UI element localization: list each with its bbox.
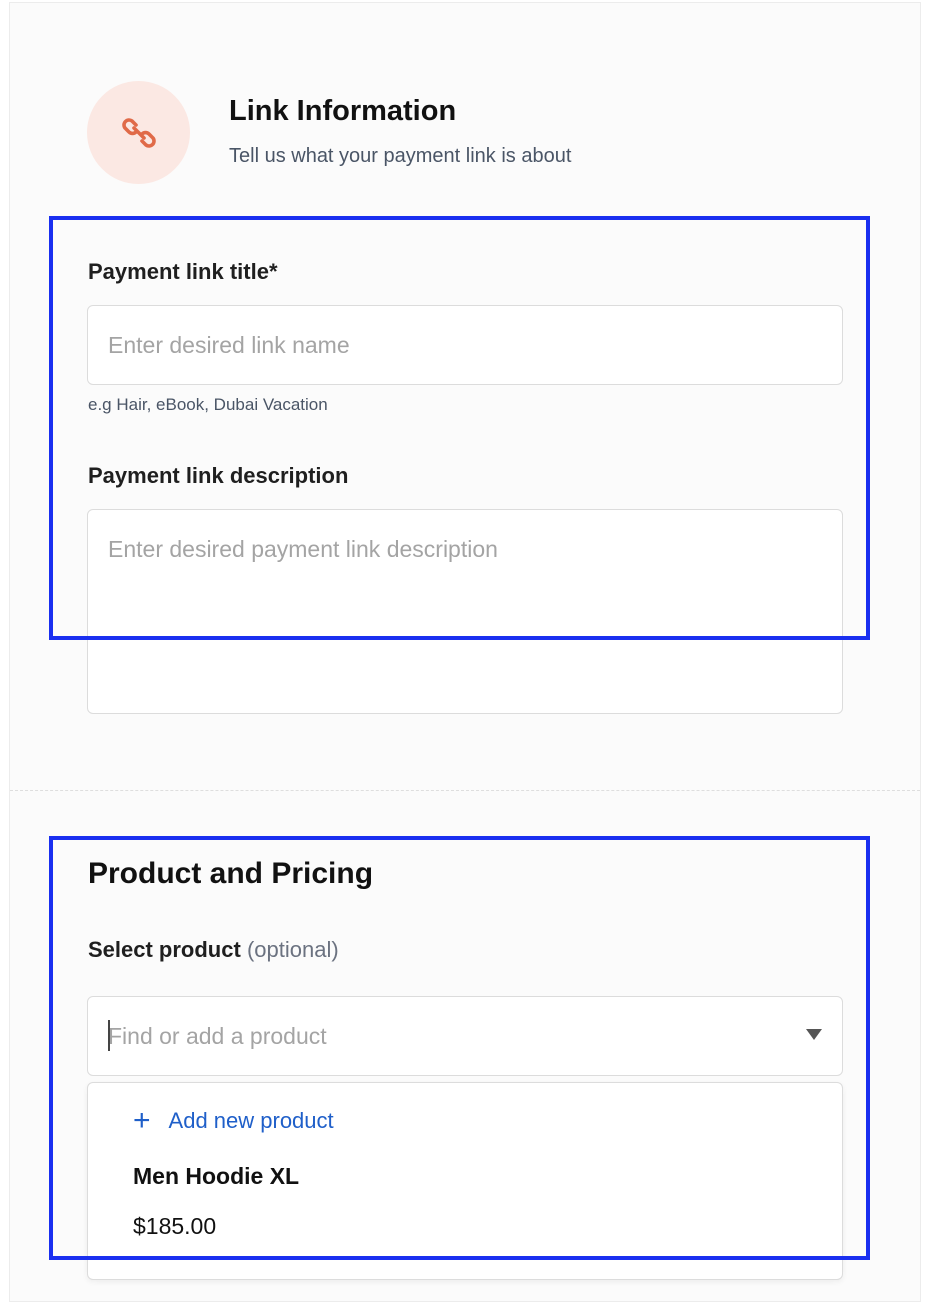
payment-link-description-label: Payment link description bbox=[88, 463, 349, 488]
chevron-down-icon[interactable] bbox=[806, 1029, 822, 1040]
add-new-product-option[interactable]: + Add new product bbox=[133, 1104, 334, 1137]
link-icon bbox=[121, 117, 156, 148]
text-cursor bbox=[108, 1020, 110, 1051]
select-product-label: Select product (optional) bbox=[88, 937, 339, 963]
link-information-subheading: Tell us what your payment link is about bbox=[229, 145, 572, 167]
select-product-label-text: Select product bbox=[88, 937, 241, 962]
section-divider bbox=[10, 790, 920, 791]
add-new-product-label: Add new product bbox=[168, 1108, 334, 1133]
link-icon-badge bbox=[87, 81, 190, 184]
product-option-price: $185.00 bbox=[133, 1213, 217, 1239]
payment-link-description-textarea[interactable] bbox=[87, 509, 843, 714]
payment-link-title-hint: e.g Hair, eBook, Dubai Vacation bbox=[88, 395, 328, 414]
payment-link-title-input[interactable] bbox=[87, 305, 843, 385]
product-dropdown-menu: + Add new product Men Hoodie XL $185.00 bbox=[87, 1082, 843, 1280]
product-search-input[interactable] bbox=[87, 996, 843, 1076]
payment-link-title-label: Payment link title* bbox=[88, 259, 278, 284]
product-option-name[interactable]: Men Hoodie XL bbox=[133, 1163, 299, 1190]
optional-tag: (optional) bbox=[246, 937, 339, 962]
product-pricing-heading: Product and Pricing bbox=[88, 857, 374, 890]
plus-icon: + bbox=[133, 1104, 151, 1137]
link-information-heading: Link Information bbox=[229, 95, 457, 127]
